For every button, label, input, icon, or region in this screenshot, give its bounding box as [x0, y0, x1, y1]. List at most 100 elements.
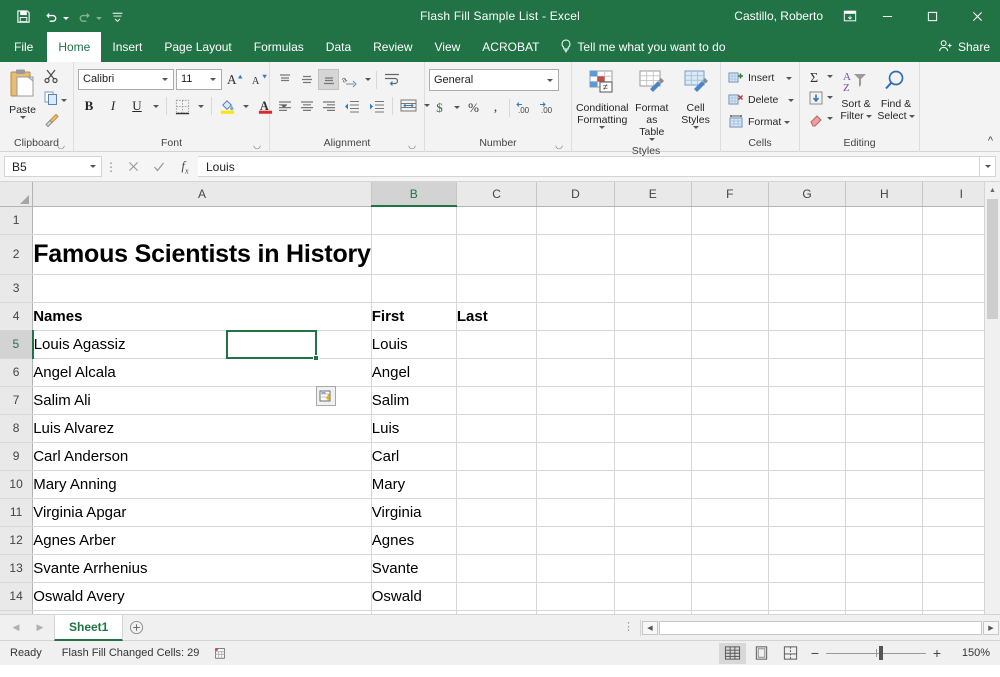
cell-g14[interactable]: [768, 582, 847, 611]
fill-caret[interactable]: [827, 96, 833, 99]
cell-a14[interactable]: Oswald Avery: [32, 582, 372, 611]
cell-e6[interactable]: [614, 358, 692, 387]
formula-bar-grip[interactable]: ⋮: [102, 161, 120, 173]
cell-b9[interactable]: Carl: [371, 442, 457, 471]
wrap-text-button[interactable]: [380, 69, 404, 90]
cell-g3[interactable]: [768, 274, 847, 303]
cell-a12[interactable]: Agnes Arber: [32, 526, 372, 555]
row-header-5[interactable]: 5: [0, 330, 34, 359]
normal-view-button[interactable]: [719, 642, 746, 664]
conditional-formatting-button[interactable]: ≠ Conditional Formatting: [576, 67, 629, 131]
vertical-scroll-thumb[interactable]: [987, 199, 998, 319]
cell-h11[interactable]: [845, 498, 924, 527]
undo-icon[interactable]: [38, 4, 64, 28]
tab-page-layout[interactable]: Page Layout: [153, 32, 242, 62]
tab-insert[interactable]: Insert: [101, 32, 153, 62]
column-header-h[interactable]: H: [845, 182, 924, 207]
expand-formula-bar-caret[interactable]: [980, 156, 996, 177]
cell-d11[interactable]: [536, 498, 615, 527]
borders-button[interactable]: [171, 95, 193, 117]
cell-c6[interactable]: [456, 358, 538, 387]
autosum-button[interactable]: Σ: [804, 66, 836, 87]
insert-function-icon[interactable]: fx: [172, 156, 198, 178]
paste-button[interactable]: Paste: [4, 65, 41, 119]
add-sheet-button[interactable]: [123, 615, 149, 641]
cell-h14[interactable]: [845, 582, 924, 611]
format-cells-button[interactable]: Format: [725, 111, 793, 133]
cell-e9[interactable]: [614, 442, 692, 471]
clear-caret[interactable]: [827, 117, 833, 120]
cell-g5[interactable]: [768, 330, 847, 359]
cell-f15[interactable]: [691, 610, 769, 614]
tab-acrobat[interactable]: ACROBAT: [471, 32, 550, 62]
clear-button[interactable]: [804, 108, 836, 129]
sort-and-filter-button[interactable]: A Z Sort & Filter: [836, 66, 876, 124]
cell-h12[interactable]: [845, 526, 924, 555]
flash-fill-options-icon[interactable]: [316, 386, 336, 406]
number-format-caret[interactable]: [543, 78, 556, 82]
tab-file[interactable]: File: [0, 32, 47, 62]
top-align-button[interactable]: [274, 69, 295, 90]
cell-f12[interactable]: [691, 526, 769, 555]
cell-a8[interactable]: Luis Alvarez: [32, 414, 372, 443]
clipboard-dialog-launcher[interactable]: ◡: [56, 140, 66, 150]
row-header-1[interactable]: 1: [0, 206, 34, 235]
cell-h7[interactable]: [845, 386, 924, 415]
borders-dropdown-caret[interactable]: [195, 95, 207, 117]
zoom-out-button[interactable]: −: [806, 645, 824, 661]
cell-a6[interactable]: Angel Alcala: [32, 358, 372, 387]
cell-e13[interactable]: [614, 554, 692, 583]
cell-e12[interactable]: [614, 526, 692, 555]
cell-d8[interactable]: [536, 414, 615, 443]
number-dialog-launcher[interactable]: ◡: [554, 140, 564, 150]
cell-g10[interactable]: [768, 470, 847, 499]
cell-d1[interactable]: [536, 206, 615, 235]
cell-f14[interactable]: [691, 582, 769, 611]
cell-a1[interactable]: [32, 206, 372, 235]
scroll-up-button[interactable]: ▲: [985, 182, 1000, 198]
cell-d12[interactable]: [536, 526, 615, 555]
cell-a5[interactable]: Louis Agassiz: [32, 330, 372, 359]
page-break-preview-button[interactable]: [777, 643, 804, 664]
increase-font-size-button[interactable]: A: [224, 68, 246, 90]
cell-g2[interactable]: [768, 234, 847, 275]
cell-e5[interactable]: [614, 330, 692, 359]
cell-d9[interactable]: [536, 442, 615, 471]
cell-d14[interactable]: [536, 582, 615, 611]
cell-f8[interactable]: [691, 414, 769, 443]
font-dialog-launcher[interactable]: ◡: [252, 140, 262, 150]
sheet-tab-sheet1[interactable]: Sheet1: [54, 614, 124, 641]
zoom-slider-thumb[interactable]: [879, 646, 883, 660]
cell-c4[interactable]: Last: [456, 302, 538, 331]
cell-g7[interactable]: [768, 386, 847, 415]
decrease-decimal-button[interactable]: .00: [536, 97, 558, 118]
cell-h6[interactable]: [845, 358, 924, 387]
tab-home[interactable]: Home: [47, 32, 102, 62]
cell-g9[interactable]: [768, 442, 847, 471]
align-left-button[interactable]: [274, 95, 295, 116]
row-header-13[interactable]: 13: [0, 554, 34, 583]
italic-button[interactable]: I: [102, 95, 124, 117]
cell-b8[interactable]: Luis: [371, 414, 457, 443]
cell-styles-button[interactable]: Cell Styles: [675, 67, 716, 131]
cell-g13[interactable]: [768, 554, 847, 583]
cell-h5[interactable]: [845, 330, 924, 359]
fill-color-dropdown-caret[interactable]: [240, 95, 252, 117]
accounting-format-button[interactable]: $: [429, 97, 450, 118]
conditional-formatting-caret[interactable]: [599, 126, 606, 129]
cell-f11[interactable]: [691, 498, 769, 527]
vertical-scrollbar[interactable]: ▲: [984, 182, 1000, 614]
macro-record-icon[interactable]: [199, 646, 227, 660]
accounting-dropdown-caret[interactable]: [451, 97, 462, 118]
cell-e1[interactable]: [614, 206, 692, 235]
cell-a3[interactable]: [32, 274, 372, 303]
format-painter-button[interactable]: [41, 112, 69, 133]
cell-b11[interactable]: Virginia: [371, 498, 457, 527]
save-icon[interactable]: [10, 4, 36, 28]
cell-f6[interactable]: [691, 358, 769, 387]
cell-e7[interactable]: [614, 386, 692, 415]
find-and-select-button[interactable]: Find & Select: [876, 66, 916, 124]
bold-button[interactable]: B: [78, 95, 100, 117]
cell-a13[interactable]: Svante Arrhenius: [32, 554, 372, 583]
cell-b5[interactable]: Louis: [371, 330, 457, 359]
